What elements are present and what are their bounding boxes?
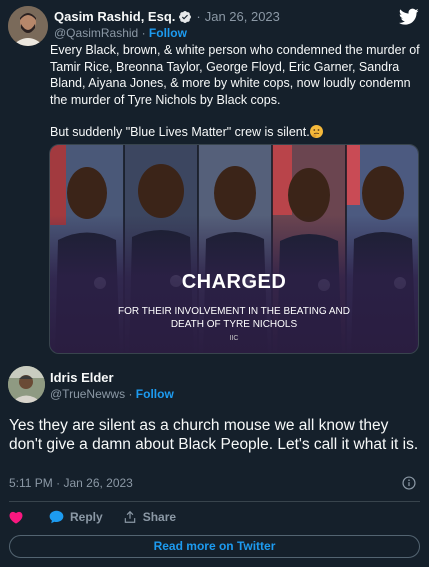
- share-label: Share: [142, 510, 177, 524]
- verified-badge-icon: [179, 10, 192, 23]
- like-button[interactable]: [9, 511, 29, 524]
- follow-button[interactable]: Follow: [149, 26, 187, 40]
- thinking-face-icon: [309, 125, 323, 138]
- tweet-paragraph-text: But suddenly "Blue Lives Matter" crew is…: [50, 125, 310, 139]
- separator-dot: ·: [141, 26, 146, 40]
- reply-timestamp[interactable]: 5:11 PM · Jan 26, 2023: [9, 476, 133, 490]
- tweet-photo[interactable]: CHARGED FOR THEIR INVOLVEMENT IN THE BEA…: [49, 144, 419, 354]
- reply-button[interactable]: Reply: [49, 510, 103, 524]
- read-more-button[interactable]: Read more on Twitter: [9, 535, 420, 558]
- tweet-date[interactable]: Jan 26, 2023: [205, 9, 280, 24]
- image-caption: FOR THEIR INVOLVEMENT IN THE BEATING AND…: [118, 306, 350, 330]
- author-avatar[interactable]: [8, 6, 48, 46]
- divider: [9, 501, 420, 502]
- heart-icon: [9, 511, 23, 524]
- reply-author-handle[interactable]: @TrueNewws: [50, 387, 125, 401]
- share-button[interactable]: Share: [123, 510, 176, 524]
- quoted-tweet: Qasim Rashid, Esq. · Jan 26, 2023 @Qasim…: [0, 0, 429, 358]
- info-icon[interactable]: [402, 476, 416, 490]
- reply-author-avatar[interactable]: [8, 366, 45, 403]
- image-watermark: IIC: [229, 335, 239, 342]
- reply-label: Reply: [70, 510, 103, 524]
- author-name[interactable]: Qasim Rashid, Esq.: [54, 9, 175, 24]
- twitter-bird-icon[interactable]: [399, 8, 419, 26]
- reply-author-name[interactable]: Idris Elder: [50, 370, 114, 385]
- reply-follow-button[interactable]: Follow: [136, 387, 174, 401]
- image-headline: CHARGED: [181, 271, 287, 293]
- separator-dot: ·: [128, 387, 133, 401]
- tweet-paragraph: Every Black, brown, & white person who c…: [50, 43, 420, 107]
- action-bar: Reply Share: [9, 510, 196, 524]
- author-handle[interactable]: @QasimRashid: [54, 26, 138, 40]
- tweet-paragraph: But suddenly "Blue Lives Matter" crew is…: [50, 124, 420, 141]
- quoted-tweet-text: Every Black, brown, & white person who c…: [50, 42, 420, 141]
- share-icon: [124, 510, 135, 523]
- reply-tweet-text: Yes they are silent as a church mouse we…: [9, 417, 419, 453]
- separator-dot: ·: [196, 9, 201, 24]
- speech-bubble-icon: [49, 510, 64, 524]
